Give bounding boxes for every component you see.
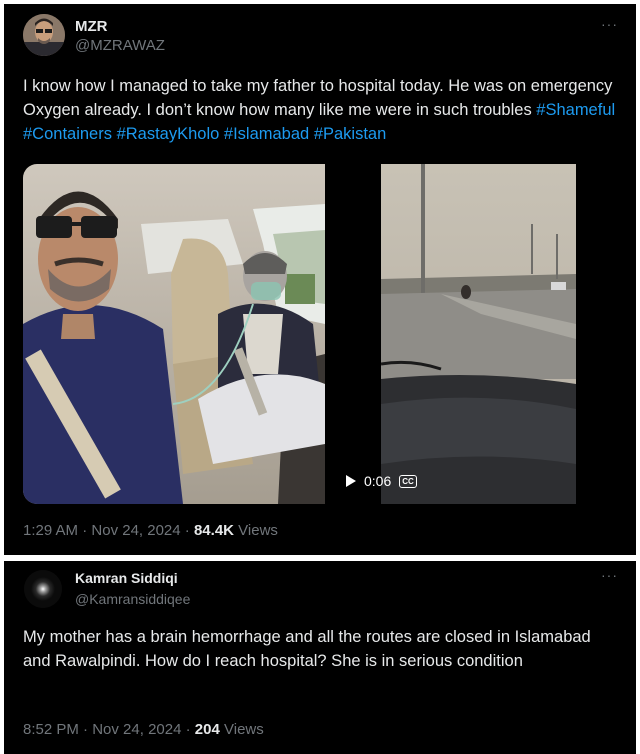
tweet-meta: 1:29 AM · Nov 24, 2024 · 84.4K Views (23, 522, 278, 539)
tweet-time[interactable]: 8:52 PM (23, 721, 79, 738)
tweet-video[interactable]: 0:06 CC (328, 164, 630, 504)
hashtag-link[interactable]: #Islamabad (224, 125, 309, 143)
hashtag-link[interactable]: #Containers (23, 125, 112, 143)
separator: · (185, 721, 191, 738)
user-handle[interactable]: @Kamransiddiqee (75, 591, 190, 607)
avatar-photo (24, 570, 62, 608)
display-name[interactable]: MZR (75, 18, 108, 35)
more-options-icon[interactable]: ··· (601, 567, 618, 583)
hashtag-link[interactable]: #Pakistan (314, 125, 386, 143)
tweet-photo[interactable] (23, 164, 325, 504)
tweet-meta: 8:52 PM · Nov 24, 2024 · 204 Views (23, 721, 264, 738)
separator: · (184, 522, 190, 539)
avatar[interactable] (23, 14, 65, 56)
hashtag-link[interactable]: #RastayKholo (117, 125, 220, 143)
tweet-card[interactable]: Kamran Siddiqi @Kamransiddiqee ··· My mo… (4, 561, 636, 754)
tweet-date[interactable]: Nov 24, 2024 (91, 522, 180, 539)
video-frame (381, 164, 576, 504)
road-video-still (381, 164, 576, 504)
tweet-time[interactable]: 1:29 AM (23, 522, 78, 539)
play-icon[interactable] (346, 475, 356, 487)
separator: · (82, 522, 88, 539)
views-count: 84.4K (193, 522, 234, 539)
separator: · (83, 721, 89, 738)
tweet-text: My mother has a brain hemorrhage and all… (23, 628, 591, 670)
avatar-photo (23, 14, 65, 56)
user-handle[interactable]: @MZRAWAZ (75, 37, 165, 54)
tweet-card[interactable]: MZR @MZRAWAZ ··· I know how I managed to… (4, 4, 636, 555)
car-selfie-image (23, 164, 325, 504)
more-options-icon[interactable]: ··· (601, 16, 618, 32)
views-count: 204 (194, 721, 220, 738)
views-label: Views (224, 721, 264, 738)
tweet-text: I know how I managed to take my father t… (23, 74, 623, 146)
avatar[interactable] (24, 570, 62, 608)
tweet-body: I know how I managed to take my father t… (23, 77, 613, 119)
video-duration: 0:06 (364, 473, 392, 489)
tweet-date[interactable]: Nov 24, 2024 (92, 721, 181, 738)
closed-captions-icon[interactable]: CC (399, 474, 417, 488)
hashtag-link[interactable]: #Shameful (536, 101, 615, 119)
video-controls: 0:06 CC (346, 470, 417, 492)
views-label: Views (238, 522, 278, 539)
display-name[interactable]: Kamran Siddiqi (75, 570, 178, 586)
